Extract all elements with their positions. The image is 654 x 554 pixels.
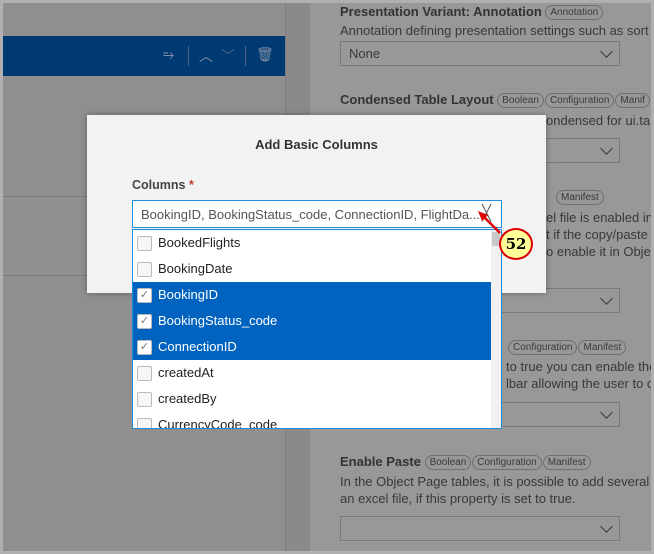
column-option[interactable]: ✓ BookingID: [133, 282, 491, 308]
chevron-up-icon[interactable]: ︿: [199, 46, 213, 66]
checkbox[interactable]: [137, 418, 152, 428]
section-title: Enable Paste Boolean Configuration Manifes…: [340, 454, 592, 471]
option-label: BookingID: [158, 287, 218, 302]
section-badges: Configuration Manifest: [508, 339, 627, 356]
annotation-badge: 52: [499, 228, 533, 260]
badge: Annotation: [545, 5, 604, 21]
column-option[interactable]: createdAt: [133, 360, 491, 386]
section-description: an excel file, if this property is set t…: [340, 491, 576, 506]
checkbox[interactable]: ✓: [137, 288, 152, 303]
columns-input-value: BookingID, BookingStatus_code, Connectio…: [141, 207, 480, 222]
section-description: o enable it in Obje: [546, 244, 651, 259]
chevron-down-icon[interactable]: ﹀: [221, 46, 235, 66]
chevron-down-icon: [600, 520, 613, 533]
badge: Configuration: [508, 340, 578, 356]
chevron-down-icon: [600, 45, 613, 58]
section-badges: Manifest: [556, 189, 605, 206]
badge: Boolean: [424, 455, 472, 471]
section-title-text: Presentation Variant: Annotation: [340, 4, 542, 19]
trash-icon[interactable]: 🗑: [256, 46, 274, 63]
badge: Manifest: [578, 340, 627, 356]
checkbox[interactable]: ✓: [137, 340, 152, 355]
section-description: In the Object Page tables, it is possibl…: [340, 474, 651, 489]
enable-paste-select[interactable]: [340, 516, 620, 541]
column-option[interactable]: createdBy: [133, 386, 491, 412]
checkbox[interactable]: [137, 236, 152, 251]
toolbar-separator: [188, 46, 189, 66]
badge: Boolean: [497, 93, 544, 109]
badge: Manifest: [556, 190, 604, 206]
scrollbar[interactable]: [491, 230, 501, 428]
columns-input[interactable]: BookingID, BookingStatus_code, Connectio…: [132, 200, 502, 228]
section-description: ondensed for ui.tab: [546, 113, 651, 128]
section-title-text: Enable Paste: [340, 454, 421, 469]
checkbox[interactable]: [137, 366, 152, 381]
section-title-text: Condensed Table Layout: [340, 92, 494, 107]
column-option[interactable]: CurrencyCode_code: [133, 412, 491, 429]
option-label: BookingStatus_code: [158, 313, 278, 328]
badge: Manif: [615, 93, 650, 109]
columns-label-text: Columns: [132, 178, 186, 192]
section-title: Condensed Table Layout Boolean Configurat…: [340, 92, 651, 109]
chevron-down-icon: [600, 406, 613, 419]
column-option[interactable]: BookedFlights: [133, 230, 491, 256]
option-label: ConnectionID: [158, 339, 237, 354]
chevron-down-icon: [600, 142, 613, 155]
dialog-title: Add Basic Columns: [255, 137, 378, 152]
option-label: BookedFlights: [158, 235, 241, 250]
section-description: el file is enabled in: [546, 210, 651, 225]
section-title: Presentation Variant: Annotation Annotat…: [340, 4, 604, 21]
section-description: t if the copy/paste: [546, 227, 648, 242]
chevron-down-icon: [600, 292, 613, 305]
section-description: lbar allowing the user to o: [506, 376, 651, 391]
option-label: createdBy: [158, 391, 217, 406]
badge: Configuration: [544, 93, 615, 109]
column-option[interactable]: BookingDate: [133, 256, 491, 282]
columns-label: Columns *: [132, 178, 194, 192]
toolbar-separator: [245, 46, 246, 66]
presentation-variant-select[interactable]: None: [340, 41, 620, 66]
sort-icon[interactable]: ⥱: [163, 46, 174, 63]
select-value: None: [349, 46, 381, 61]
required-mark: *: [188, 178, 194, 192]
section-description: to true you can enable the: [506, 359, 651, 374]
checkbox[interactable]: [137, 392, 152, 407]
table-toolbar: ⥱ ︿ ﹀ 🗑: [3, 36, 285, 76]
column-option[interactable]: ✓ BookingStatus_code: [133, 308, 491, 334]
checkbox[interactable]: ✓: [137, 314, 152, 329]
badge: Manifest: [542, 455, 591, 471]
section-description: Annotation defining presentation setting…: [340, 23, 649, 38]
column-option[interactable]: ✓ ConnectionID: [133, 334, 491, 360]
badge: Configuration: [472, 455, 542, 471]
option-label: BookingDate: [158, 261, 233, 276]
option-label: CurrencyCode_code: [158, 417, 278, 429]
option-label: createdAt: [158, 365, 214, 380]
checkbox[interactable]: [137, 262, 152, 277]
columns-dropdown-list: CurrencyCode_code createdBy createdAt ✓ Conn…: [132, 229, 502, 429]
